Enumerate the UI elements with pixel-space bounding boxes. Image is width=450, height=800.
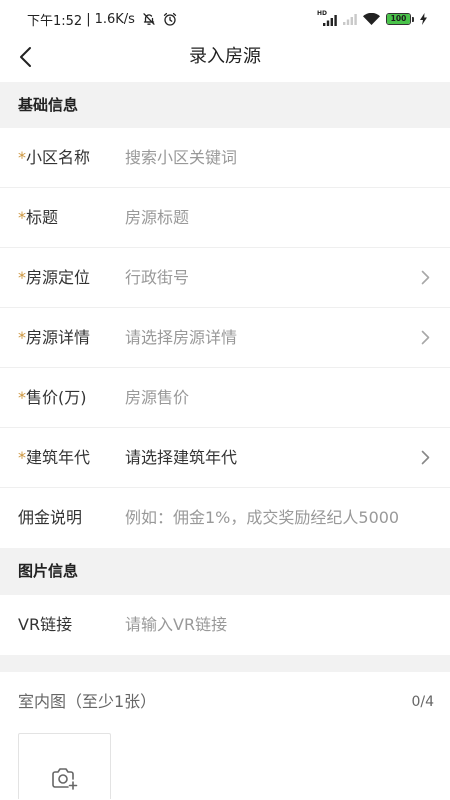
wifi-icon <box>363 13 380 25</box>
signal-weak-icon <box>343 13 357 25</box>
section-spacer <box>0 655 450 672</box>
row-label: *标题 <box>18 188 58 247</box>
form-row-location[interactable]: *房源定位 行政街号 <box>0 248 450 308</box>
status-left-group: 下午1:52 | 1.6K/s <box>27 10 177 29</box>
details-select[interactable]: 请选择房源详情 <box>125 308 406 367</box>
commission-input[interactable]: 例如：佣金1%，成交奖励经纪人5000 <box>125 488 406 547</box>
row-label-text: 房源详情 <box>26 328 91 347</box>
community-search-input[interactable]: 搜索小区关键词 <box>125 128 406 187</box>
section-title-images: 图片信息 <box>0 548 450 595</box>
form-row-vr-link[interactable]: *VR链接 请输入VR链接 <box>0 595 450 655</box>
bell-off-icon <box>142 12 156 26</box>
required-mark: * <box>18 448 26 467</box>
row-label-text: VR链接 <box>18 615 73 634</box>
form-row-community-name[interactable]: *小区名称 搜索小区关键词 <box>0 128 450 188</box>
chevron-right-icon <box>421 450 430 465</box>
battery-cap <box>412 16 414 22</box>
status-right-group: HD 100 <box>317 10 427 27</box>
charging-icon <box>420 13 427 25</box>
row-label: *房源详情 <box>18 308 90 367</box>
form-row-build-year[interactable]: *建筑年代 请选择建筑年代 <box>0 428 450 488</box>
row-label: *小区名称 <box>18 128 90 187</box>
row-label-text: 房源定位 <box>26 268 91 287</box>
signal-icon: HD <box>317 10 337 26</box>
vr-link-input[interactable]: 请输入VR链接 <box>125 595 406 654</box>
chevron-right-icon <box>421 330 430 345</box>
row-label-text: 建筑年代 <box>26 448 91 467</box>
price-input[interactable]: 房源售价 <box>125 368 406 427</box>
nav-header: 录入房源 <box>0 38 450 82</box>
required-mark: * <box>18 328 26 347</box>
indoor-photos-header: 室内图（至少1张） 0/4 <box>0 672 450 732</box>
form-row-commission[interactable]: *佣金说明 例如：佣金1%，成交奖励经纪人5000 <box>0 488 450 548</box>
form-row-listing-title[interactable]: *标题 房源标题 <box>0 188 450 248</box>
camera-add-icon <box>51 767 79 791</box>
chevron-right-icon <box>421 270 430 285</box>
indoor-photos-count: 0/4 <box>411 694 434 710</box>
required-mark: * <box>18 208 26 227</box>
battery-level: 100 <box>390 14 407 23</box>
required-mark: * <box>18 388 26 407</box>
row-label: *房源定位 <box>18 248 90 307</box>
required-mark: * <box>18 148 26 167</box>
alarm-clock-icon <box>163 12 177 26</box>
status-separator: | <box>86 11 91 27</box>
battery-body: 100 <box>386 13 411 25</box>
page-title: 录入房源 <box>189 46 261 67</box>
row-label-text: 小区名称 <box>26 148 91 167</box>
location-select[interactable]: 行政街号 <box>125 248 406 307</box>
add-indoor-photo-button[interactable] <box>18 733 111 799</box>
row-label: *建筑年代 <box>18 428 90 487</box>
required-mark: * <box>18 268 26 287</box>
indoor-photos-label: 室内图（至少1张） <box>18 692 157 711</box>
chevron-left-icon <box>19 46 32 68</box>
form-row-details[interactable]: *房源详情 请选择房源详情 <box>0 308 450 368</box>
battery-icon: 100 <box>386 13 414 25</box>
status-time: 下午1:52 <box>27 13 83 29</box>
form-content: 基础信息 *小区名称 搜索小区关键词 *标题 房源标题 *房源定位 行政街号 *… <box>0 82 450 800</box>
back-button[interactable] <box>12 46 38 68</box>
row-label-text: 售价(万) <box>26 388 87 407</box>
listing-title-input[interactable]: 房源标题 <box>125 188 406 247</box>
row-label-text: 标题 <box>26 208 59 227</box>
form-row-price[interactable]: *售价(万) 房源售价 <box>0 368 450 428</box>
status-bar: 下午1:52 | 1.6K/s HD 100 <box>0 0 450 38</box>
section-title-basic: 基础信息 <box>0 82 450 128</box>
indoor-photos-upload-area <box>0 732 450 800</box>
row-label: *佣金说明 <box>18 488 82 547</box>
row-label: *售价(万) <box>18 368 87 427</box>
row-label-text: 佣金说明 <box>18 508 83 527</box>
build-year-select[interactable]: 请选择建筑年代 <box>125 428 406 487</box>
network-speed: 1.6K/s <box>94 11 135 27</box>
row-label: *VR链接 <box>18 595 72 654</box>
